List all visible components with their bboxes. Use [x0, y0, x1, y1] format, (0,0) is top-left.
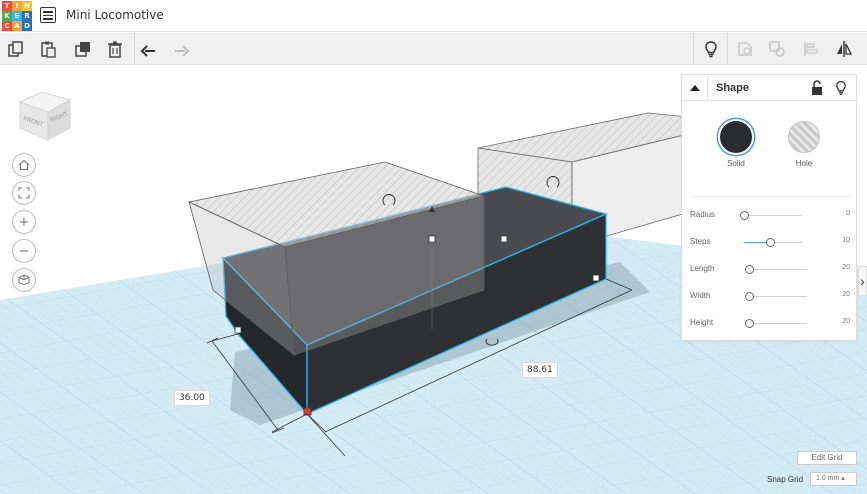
document-title[interactable]: Mini Locomotive	[66, 8, 164, 22]
logo-tile: R	[22, 11, 32, 21]
slider-track[interactable]	[749, 269, 807, 270]
slider-knob[interactable]	[740, 211, 749, 220]
redo-icon[interactable]	[169, 37, 193, 61]
paste-icon[interactable]	[36, 37, 60, 61]
toolbar-separator	[693, 33, 694, 65]
logo-tile: E	[12, 11, 22, 21]
view-cube[interactable]: FRONT RIGHT	[14, 84, 74, 144]
slider-knob[interactable]	[745, 265, 754, 274]
property-row-height: Height 20	[690, 317, 850, 331]
zoom-out-icon[interactable]: −	[12, 239, 36, 263]
property-row-steps: Steps 10	[690, 236, 850, 250]
solid-swatch[interactable]	[720, 121, 752, 153]
property-value[interactable]: 0	[846, 210, 850, 217]
property-row-width: Width 20	[690, 290, 850, 304]
snap-grid-select[interactable]: 1.0 mm ▴	[810, 472, 857, 486]
logo-tile: A	[12, 21, 22, 31]
tinkercad-app: TINKERCAD Mini Locomotive FRONT RIGHT + …	[0, 0, 867, 494]
logo-tile: C	[2, 21, 12, 31]
lock-icon[interactable]	[810, 80, 824, 96]
home-icon[interactable]	[12, 153, 36, 177]
tinkercad-logo[interactable]: TINKERCAD	[2, 1, 32, 31]
slider-track[interactable]	[744, 215, 802, 216]
inspector-divider	[690, 196, 850, 197]
logo-tile: K	[2, 11, 12, 21]
shape-inspector-panel: Shape Solid Hole Radius 0 Steps 10 Length 20 W…	[681, 74, 858, 341]
zoom-in-icon[interactable]: +	[12, 210, 36, 234]
triangle-up-icon	[689, 85, 700, 91]
width-dimension-label[interactable]: 36.00	[174, 390, 210, 406]
collapse-panel-button[interactable]	[682, 75, 708, 101]
duplicate-icon[interactable]	[71, 37, 95, 61]
slider-knob[interactable]	[745, 292, 754, 301]
logo-tile: T	[2, 1, 12, 11]
lightbulb-icon[interactable]	[699, 37, 723, 61]
property-value[interactable]: 20	[842, 291, 850, 298]
logo-tile: D	[22, 21, 32, 31]
property-row-length: Length 20	[690, 263, 850, 277]
slider-track[interactable]	[749, 323, 807, 324]
property-label: Height	[690, 318, 714, 327]
mirror-icon[interactable]	[832, 37, 856, 61]
design-list-button[interactable]	[40, 7, 56, 23]
length-dimension-label[interactable]: 88.61	[522, 362, 558, 378]
ortho-view-icon[interactable]	[12, 268, 36, 292]
title-bar: TINKERCAD Mini Locomotive	[0, 0, 867, 32]
property-value[interactable]: 20	[842, 318, 850, 325]
inspector-header: Shape	[682, 75, 858, 101]
inspector-title: Shape	[716, 82, 750, 94]
property-value[interactable]: 20	[842, 264, 850, 271]
solid-label: Solid	[727, 159, 745, 168]
property-label: Radius	[690, 210, 715, 219]
group-icon[interactable]	[733, 37, 757, 61]
chevron-right-icon[interactable]: ›	[858, 266, 867, 296]
trash-icon[interactable]	[103, 37, 127, 61]
copy-icon[interactable]	[4, 37, 28, 61]
fit-view-icon[interactable]	[12, 181, 36, 205]
slider-track[interactable]	[749, 296, 807, 297]
toolbar	[0, 33, 867, 65]
toolbar-separator	[727, 33, 728, 65]
hole-swatch[interactable]	[788, 121, 820, 153]
property-label: Steps	[690, 237, 711, 246]
lightbulb-icon[interactable]	[834, 80, 848, 96]
hole-label: Hole	[795, 159, 813, 168]
slider-knob[interactable]	[766, 238, 776, 247]
ungroup-icon[interactable]	[765, 37, 789, 61]
logo-tile: I	[12, 1, 22, 11]
property-label: Width	[690, 291, 711, 300]
edit-grid-button[interactable]: Edit Grid	[797, 451, 857, 465]
property-label: Length	[690, 264, 715, 273]
slider-knob[interactable]	[745, 319, 754, 328]
undo-icon[interactable]	[137, 37, 161, 61]
toolbar-separator	[134, 33, 135, 65]
property-row-radius: Radius 0	[690, 209, 850, 223]
snap-grid-label: Snap Grid	[767, 475, 804, 484]
property-value[interactable]: 10	[842, 237, 850, 244]
align-icon[interactable]	[799, 37, 823, 61]
logo-tile: N	[22, 1, 32, 11]
